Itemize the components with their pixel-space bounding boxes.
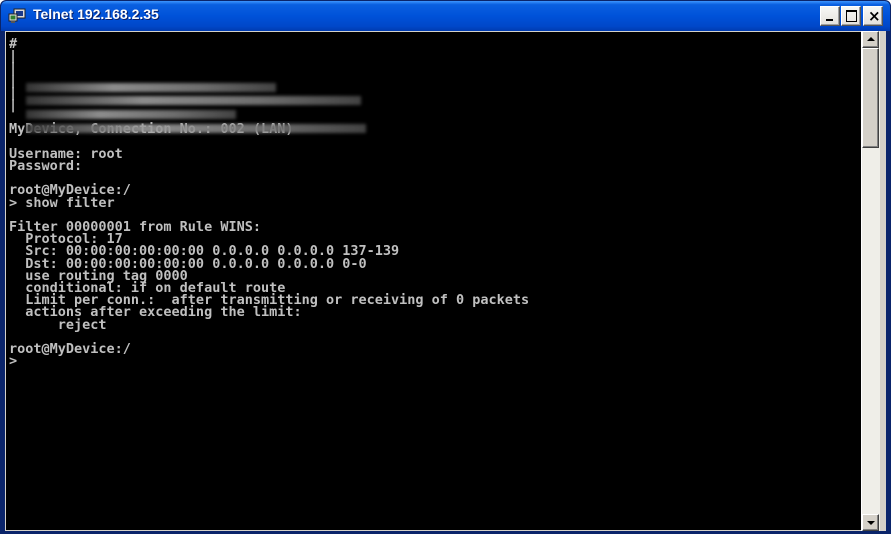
telnet-window: Telnet 192.168.2.35 × # | | | | | MyDevi… [0,0,891,534]
scroll-up-button[interactable] [862,31,879,48]
redacted-line [26,96,361,105]
scrollbar-thumb[interactable] [862,48,879,148]
scroll-down-button[interactable] [862,514,879,531]
minimize-button[interactable] [820,6,840,26]
title-bar[interactable]: Telnet 192.168.2.35 × [1,1,890,31]
terminal-output[interactable]: # | | | | | MyDevice, Connection No.: 00… [6,32,861,530]
redacted-line [26,110,236,119]
maximize-button[interactable] [841,6,861,26]
window-client-area: # | | | | | MyDevice, Connection No.: 00… [5,31,886,531]
close-icon: × [868,7,881,25]
redacted-line [26,124,366,133]
close-button[interactable]: × [863,6,883,26]
window-title: Telnet 192.168.2.35 [33,6,159,22]
telnet-app-icon[interactable] [8,8,26,24]
vertical-scrollbar[interactable] [861,31,880,531]
redacted-line [26,83,276,92]
